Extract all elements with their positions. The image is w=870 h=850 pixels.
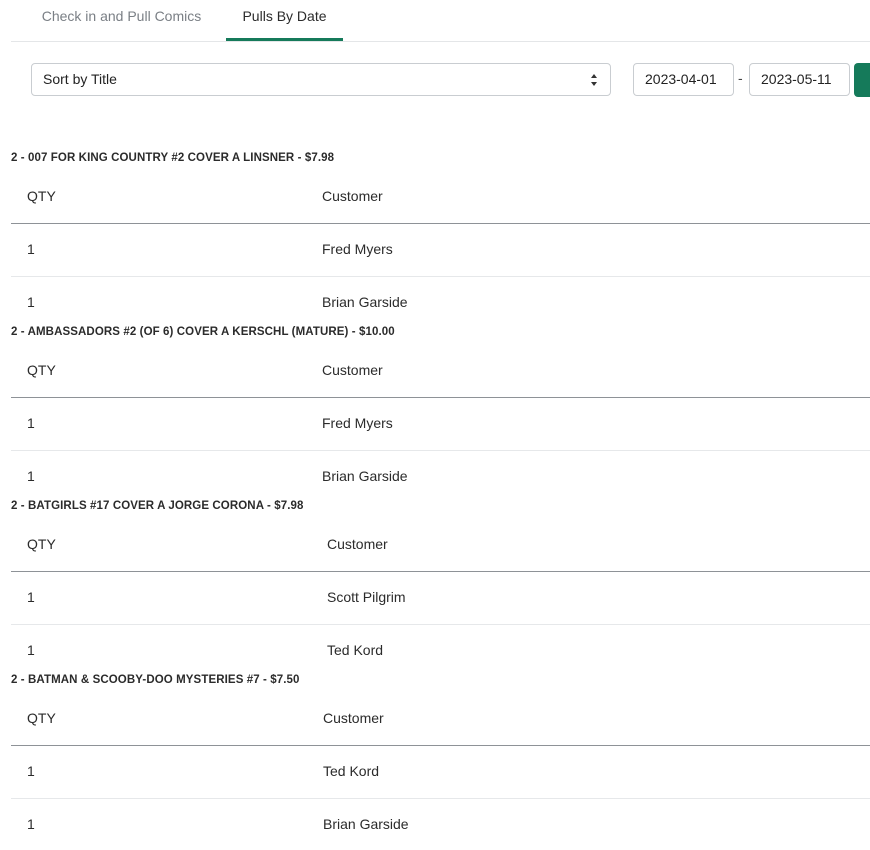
- customer-cell: Brian Garside: [323, 816, 409, 832]
- qty-cell: 1: [27, 468, 35, 484]
- tab-pulls-by-date[interactable]: Pulls By Date: [226, 0, 343, 41]
- table-row: 1 Ted Kord: [11, 624, 870, 674]
- customer-cell: Brian Garside: [322, 468, 408, 484]
- qty-cell: 1: [27, 642, 35, 658]
- customer-cell: Fred Myers: [322, 241, 393, 257]
- pull-group: 2 - AMBASSADORS #2 (OF 6) COVER A KERSCH…: [11, 326, 870, 500]
- start-date-input[interactable]: 2023-04-01: [633, 63, 734, 96]
- table-row: 1 Scott Pilgrim: [11, 571, 870, 625]
- pull-group: 2 - 007 FOR KING COUNTRY #2 COVER A LINS…: [11, 152, 870, 326]
- table-header-row: QTY Customer: [11, 344, 870, 398]
- pull-group-title: 2 - BATGIRLS #17 COVER A JORGE CORONA - …: [11, 500, 304, 512]
- pull-group: 2 - BATMAN & SCOOBY-DOO MYSTERIES #7 - $…: [11, 674, 870, 848]
- customer-header: Customer: [323, 710, 384, 726]
- table-header-row: QTY Customer: [11, 518, 870, 572]
- table-row: 1 Ted Kord: [11, 745, 870, 799]
- customer-cell: Scott Pilgrim: [327, 589, 406, 605]
- select-caret-icon: [591, 74, 597, 86]
- qty-cell: 1: [27, 589, 35, 605]
- customer-header: Customer: [327, 536, 388, 552]
- pull-group-title: 2 - AMBASSADORS #2 (OF 6) COVER A KERSCH…: [11, 326, 395, 338]
- qty-cell: 1: [27, 241, 35, 257]
- tab-bar: Check in and Pull Comics Pulls By Date: [11, 0, 870, 42]
- table-row: 1 Brian Garside: [11, 450, 870, 500]
- date-range-separator: -: [738, 70, 743, 86]
- pull-groups: 2 - 007 FOR KING COUNTRY #2 COVER A LINS…: [11, 152, 870, 848]
- sort-select-value: Sort by Title: [43, 71, 117, 87]
- qty-cell: 1: [27, 816, 35, 832]
- qty-header: QTY: [27, 536, 56, 552]
- table-row: 1 Fred Myers: [11, 397, 870, 451]
- customer-header: Customer: [322, 188, 383, 204]
- qty-cell: 1: [27, 415, 35, 431]
- qty-cell: 1: [27, 294, 35, 310]
- table-row: 1 Brian Garside: [11, 798, 870, 848]
- table-row: 1 Brian Garside: [11, 276, 870, 326]
- pull-group-title: 2 - BATMAN & SCOOBY-DOO MYSTERIES #7 - $…: [11, 674, 300, 686]
- customer-cell: Brian Garside: [322, 294, 408, 310]
- qty-header: QTY: [27, 362, 56, 378]
- customer-cell: Ted Kord: [323, 763, 380, 779]
- tab-check-in-and-pull-comics[interactable]: Check in and Pull Comics: [39, 0, 204, 40]
- qty-cell: 1: [27, 763, 35, 779]
- end-date-input[interactable]: 2023-05-11: [749, 63, 850, 96]
- qty-header: QTY: [27, 710, 56, 726]
- table-header-row: QTY Customer: [11, 170, 870, 224]
- customer-header: Customer: [322, 362, 383, 378]
- table-row: 1 Fred Myers: [11, 223, 870, 277]
- apply-filter-button[interactable]: [854, 63, 870, 97]
- pull-group: 2 - BATGIRLS #17 COVER A JORGE CORONA - …: [11, 500, 870, 674]
- sort-select[interactable]: Sort by Title: [31, 63, 611, 96]
- customer-cell: Ted Kord: [327, 642, 384, 658]
- pull-group-title: 2 - 007 FOR KING COUNTRY #2 COVER A LINS…: [11, 152, 335, 164]
- qty-header: QTY: [27, 188, 56, 204]
- customer-cell: Fred Myers: [322, 415, 393, 431]
- table-header-row: QTY Customer: [11, 692, 870, 746]
